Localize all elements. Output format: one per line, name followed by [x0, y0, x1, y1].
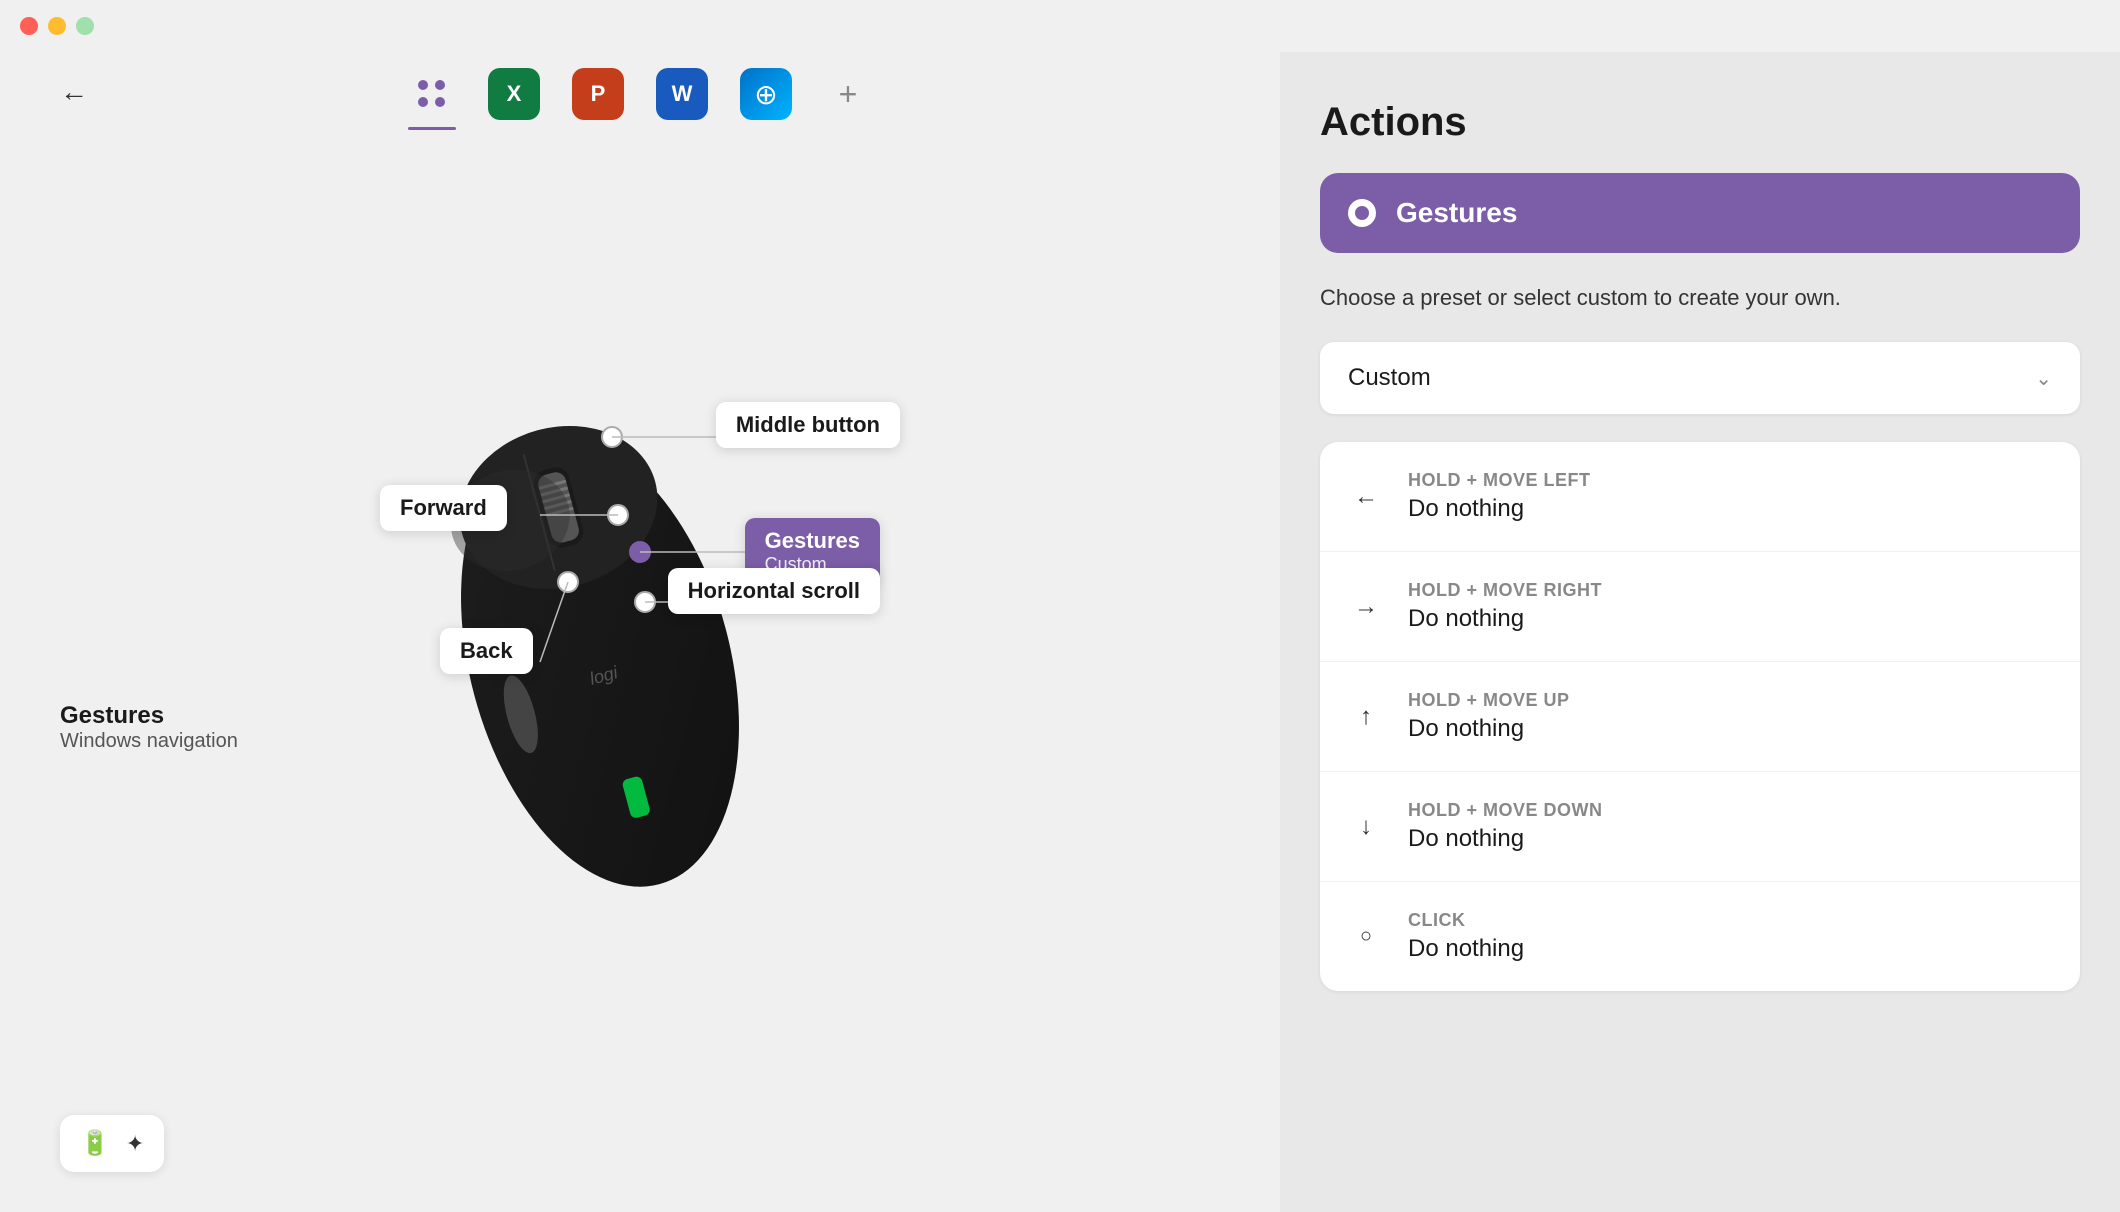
action-move-down[interactable]: ↓ HOLD + MOVE DOWN Do nothing	[1320, 772, 2080, 882]
move-right-text: HOLD + MOVE RIGHT Do nothing	[1408, 580, 1602, 633]
maximize-button[interactable]	[76, 17, 94, 35]
back-button[interactable]: ←	[60, 76, 88, 108]
minimize-button[interactable]	[48, 17, 66, 35]
bluetooth-icon: ✦	[126, 1131, 144, 1157]
titlebar	[0, 0, 2120, 52]
click-text: CLICK Do nothing	[1408, 910, 1524, 963]
gestures-card-label: Gestures	[1396, 197, 1517, 229]
gestures-radio-inner	[1355, 206, 1369, 220]
dot-4	[435, 97, 445, 107]
description-text: Choose a preset or select custom to crea…	[1320, 281, 2080, 314]
action-move-up[interactable]: ↑ HOLD + MOVE UP Do nothing	[1320, 662, 2080, 772]
click-icon: ○	[1348, 919, 1384, 955]
move-down-text: HOLD + MOVE DOWN Do nothing	[1408, 800, 1603, 853]
action-click[interactable]: ○ CLICK Do nothing	[1320, 882, 2080, 991]
click-value: Do nothing	[1408, 935, 1524, 963]
all-apps-icon	[408, 70, 456, 118]
panel-title: Actions	[1320, 100, 2080, 145]
move-up-text: HOLD + MOVE UP Do nothing	[1408, 690, 1570, 743]
app-body: ← X	[0, 52, 2120, 1212]
top-nav: ← X	[0, 52, 1280, 132]
tab-word[interactable]: W	[656, 68, 708, 132]
move-down-label: HOLD + MOVE DOWN	[1408, 800, 1603, 821]
move-up-value: Do nothing	[1408, 715, 1570, 743]
move-down-value: Do nothing	[1408, 825, 1603, 853]
move-left-text: HOLD + MOVE LEFT Do nothing	[1408, 470, 1591, 523]
move-left-icon: ←	[1348, 479, 1384, 515]
move-right-value: Do nothing	[1408, 605, 1602, 633]
tab-add[interactable]: +	[824, 70, 872, 130]
forward-label[interactable]: Forward	[380, 485, 507, 531]
excel-icon: X	[488, 68, 540, 120]
tab-safari[interactable]: ⊕	[740, 68, 792, 132]
battery-icon: 🔋	[80, 1129, 110, 1158]
move-right-icon: →	[1348, 589, 1384, 625]
gestures-card[interactable]: Gestures	[1320, 173, 2080, 253]
move-left-label: HOLD + MOVE LEFT	[1408, 470, 1591, 491]
action-move-right[interactable]: → HOLD + MOVE RIGHT Do nothing	[1320, 552, 2080, 662]
dot-1	[418, 80, 428, 90]
word-icon: W	[656, 68, 708, 120]
safari-icon: ⊕	[740, 68, 792, 120]
dot-2	[435, 80, 445, 90]
dot-3	[418, 97, 428, 107]
move-up-label: HOLD + MOVE UP	[1408, 690, 1570, 711]
status-bar: 🔋 ✦	[60, 1115, 164, 1172]
middle-button-label[interactable]: Middle button	[716, 402, 900, 448]
dots-grid-icon	[418, 80, 446, 108]
close-button[interactable]	[20, 17, 38, 35]
gestures-windows-label: Gestures Windows navigation	[60, 702, 238, 753]
mouse-container: logi	[320, 322, 960, 1022]
preset-dropdown[interactable]: Custom ⌄	[1320, 342, 2080, 414]
mouse-area: logi	[0, 132, 1280, 1212]
actions-container: ← HOLD + MOVE LEFT Do nothing → HOLD + M…	[1320, 442, 2080, 991]
move-down-icon: ↓	[1348, 809, 1384, 845]
add-icon: +	[824, 70, 872, 118]
tab-excel[interactable]: X	[488, 68, 540, 132]
right-panel: Actions Gestures Choose a preset or sele…	[1280, 52, 2120, 1212]
dropdown-value: Custom	[1348, 364, 1431, 392]
move-left-value: Do nothing	[1408, 495, 1591, 523]
move-up-icon: ↑	[1348, 699, 1384, 735]
click-label: CLICK	[1408, 910, 1524, 931]
back-label[interactable]: Back	[440, 628, 533, 674]
gestures-radio	[1348, 199, 1376, 227]
move-right-label: HOLD + MOVE RIGHT	[1408, 580, 1602, 601]
chevron-down-icon: ⌄	[2035, 366, 2052, 391]
action-move-left[interactable]: ← HOLD + MOVE LEFT Do nothing	[1320, 442, 2080, 552]
left-panel: ← X	[0, 52, 1280, 1212]
horizontal-scroll-label[interactable]: Horizontal scroll	[668, 568, 880, 614]
powerpoint-icon: P	[572, 68, 624, 120]
tab-powerpoint[interactable]: P	[572, 68, 624, 132]
tab-all-apps[interactable]	[408, 70, 456, 130]
